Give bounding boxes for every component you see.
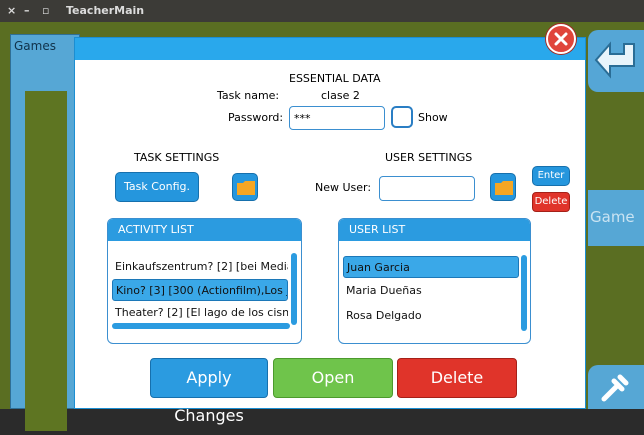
game-tab-label: Game bbox=[590, 208, 635, 226]
new-user-label: New User: bbox=[315, 181, 372, 194]
games-panel[interactable]: Games bbox=[10, 34, 80, 431]
activity-list-item[interactable]: Einkaufszentrum? [2] [bei Mediamarkt bbox=[112, 256, 288, 278]
games-list-area bbox=[25, 91, 67, 431]
window-maximize-icon[interactable]: ▫ bbox=[42, 4, 49, 17]
activity-list-item[interactable]: Theater? [2] [El lago de los cisnes bbox=[112, 302, 288, 324]
folder-icon bbox=[495, 181, 513, 195]
window-titlebar: × – ▫ TeacherMain bbox=[0, 0, 644, 22]
activity-list-panel: ACTIVITY LIST Einkaufszentrum? [2] [bei … bbox=[107, 218, 302, 344]
password-label: Password: bbox=[228, 111, 284, 124]
apply-changes-button[interactable]: Apply Changes bbox=[150, 358, 268, 425]
activity-horizontal-scrollbar[interactable] bbox=[112, 323, 290, 329]
user-settings-heading: USER SETTINGS bbox=[385, 151, 473, 164]
task-folder-button[interactable] bbox=[232, 173, 258, 201]
user-list-heading: USER LIST bbox=[339, 219, 530, 241]
task-settings-heading: TASK SETTINGS bbox=[134, 151, 220, 164]
user-folder-button[interactable] bbox=[490, 173, 516, 201]
essential-data-heading: ESSENTIAL DATA bbox=[289, 72, 381, 85]
task-config-button[interactable]: Task Config. bbox=[115, 172, 199, 202]
window-title: TeacherMain bbox=[66, 4, 145, 17]
new-user-input[interactable] bbox=[379, 176, 475, 201]
user-list-item[interactable]: Rosa Delgado bbox=[343, 305, 519, 327]
dialog-close-button[interactable] bbox=[546, 24, 576, 54]
password-input[interactable] bbox=[289, 106, 385, 130]
task-name-label: Task name: bbox=[217, 89, 280, 102]
enter-user-button[interactable]: Enter bbox=[532, 166, 570, 186]
folder-icon bbox=[237, 181, 255, 195]
activity-list-heading: ACTIVITY LIST bbox=[108, 219, 301, 241]
return-arrow-icon bbox=[594, 41, 635, 79]
games-label: Games bbox=[14, 39, 56, 53]
activity-list-item-selected[interactable]: Kino? [3] [300 (Actionfilm),Los jue bbox=[112, 279, 288, 301]
show-label: Show bbox=[418, 111, 448, 124]
user-vertical-scrollbar[interactable] bbox=[521, 255, 527, 331]
back-button[interactable] bbox=[588, 30, 644, 92]
window-close-icon[interactable]: × bbox=[7, 4, 16, 17]
user-list-panel: USER LIST Juan Garcia Maria Dueñas Rosa … bbox=[338, 218, 531, 344]
wrench-icon bbox=[601, 374, 629, 402]
close-icon bbox=[554, 32, 568, 46]
dialog-header-bar bbox=[75, 38, 585, 60]
delete-user-button[interactable]: Delete bbox=[532, 192, 570, 212]
show-password-checkbox[interactable] bbox=[391, 106, 413, 128]
tools-button[interactable] bbox=[588, 365, 644, 409]
open-button[interactable]: Open bbox=[273, 358, 393, 398]
task-name-value: clase 2 bbox=[321, 89, 360, 102]
user-list-item-selected[interactable]: Juan Garcia bbox=[343, 256, 519, 278]
user-list-item[interactable]: Maria Dueñas bbox=[343, 280, 519, 302]
delete-button[interactable]: Delete bbox=[397, 358, 517, 398]
window-minimize-icon[interactable]: – bbox=[24, 4, 30, 17]
activity-vertical-scrollbar[interactable] bbox=[291, 253, 297, 325]
game-tab[interactable]: Game bbox=[588, 190, 644, 246]
